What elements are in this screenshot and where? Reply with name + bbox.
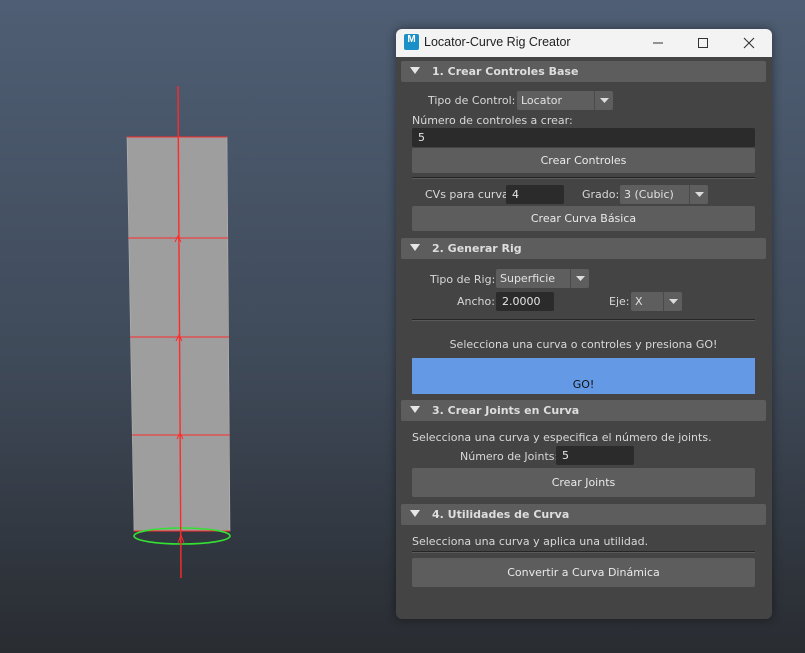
axis-dropdown[interactable]: X <box>631 292 682 311</box>
collapse-triangle-icon <box>410 244 420 251</box>
go-instruction-text: Selecciona una curva o controles y presi… <box>449 338 718 351</box>
create-controls-button[interactable]: Crear Controles <box>412 148 755 173</box>
chevron-down-icon <box>668 299 678 304</box>
num-controls-field[interactable]: 5 <box>412 128 755 147</box>
chevron-down-icon <box>694 192 704 197</box>
chevron-down-icon <box>599 98 609 103</box>
collapse-triangle-icon <box>410 67 420 74</box>
section-1-header[interactable]: 1. Crear Controles Base <box>401 61 766 82</box>
collapse-triangle-icon <box>410 510 420 517</box>
section-4-header[interactable]: 4. Utilidades de Curva <box>401 504 766 525</box>
separator <box>412 177 755 179</box>
minimize-button[interactable] <box>645 33 671 53</box>
degree-label: Grado: <box>582 188 620 201</box>
section-3-header[interactable]: 3. Crear Joints en Curva <box>401 400 766 421</box>
convert-dynamic-curve-button[interactable]: Convertir a Curva Dinámica <box>412 558 755 587</box>
axis-label: Eje: <box>609 295 630 308</box>
section-2-header[interactable]: 2. Generar Rig <box>401 238 766 259</box>
width-label: Ancho: <box>457 295 495 308</box>
control-type-dropdown[interactable]: Locator <box>517 91 613 110</box>
rig-creator-window[interactable]: M Locator-Curve Rig Creator 1. Crear Con… <box>396 29 772 619</box>
create-joints-button[interactable]: Crear Joints <box>412 468 755 497</box>
minimize-icon <box>653 42 663 44</box>
chevron-down-icon <box>575 276 585 281</box>
collapse-triangle-icon <box>410 406 420 413</box>
num-controls-label: Número de controles a crear: <box>412 114 573 127</box>
cvs-field[interactable]: 4 <box>506 185 564 204</box>
rig-type-dropdown[interactable]: Superficie <box>496 269 589 288</box>
cvs-label: CVs para curva: <box>425 188 513 201</box>
window-title: Locator-Curve Rig Creator <box>424 35 571 49</box>
maximize-button[interactable] <box>690 33 716 53</box>
num-joints-field[interactable]: 5 <box>556 446 634 465</box>
create-curve-button[interactable]: Crear Curva Básica <box>412 206 755 231</box>
title-bar[interactable]: M Locator-Curve Rig Creator <box>396 29 772 57</box>
close-icon <box>743 37 755 49</box>
control-type-label: Tipo de Control: <box>428 94 516 107</box>
utility-instruction-text: Selecciona una curva y aplica una utilid… <box>412 535 649 548</box>
num-joints-label: Número de Joints: <box>460 450 559 463</box>
go-button[interactable]: GO! <box>412 358 755 394</box>
rig-type-label: Tipo de Rig: <box>430 273 496 286</box>
degree-dropdown[interactable]: 3 (Cubic) <box>620 185 708 204</box>
maya-app-icon: M <box>404 34 419 50</box>
close-button[interactable] <box>736 33 762 53</box>
width-field[interactable]: 2.0000 <box>496 292 554 311</box>
separator <box>412 319 755 321</box>
joints-instruction-text: Selecciona una curva y especifica el núm… <box>412 431 712 444</box>
separator <box>412 551 755 553</box>
maximize-icon <box>698 38 708 48</box>
